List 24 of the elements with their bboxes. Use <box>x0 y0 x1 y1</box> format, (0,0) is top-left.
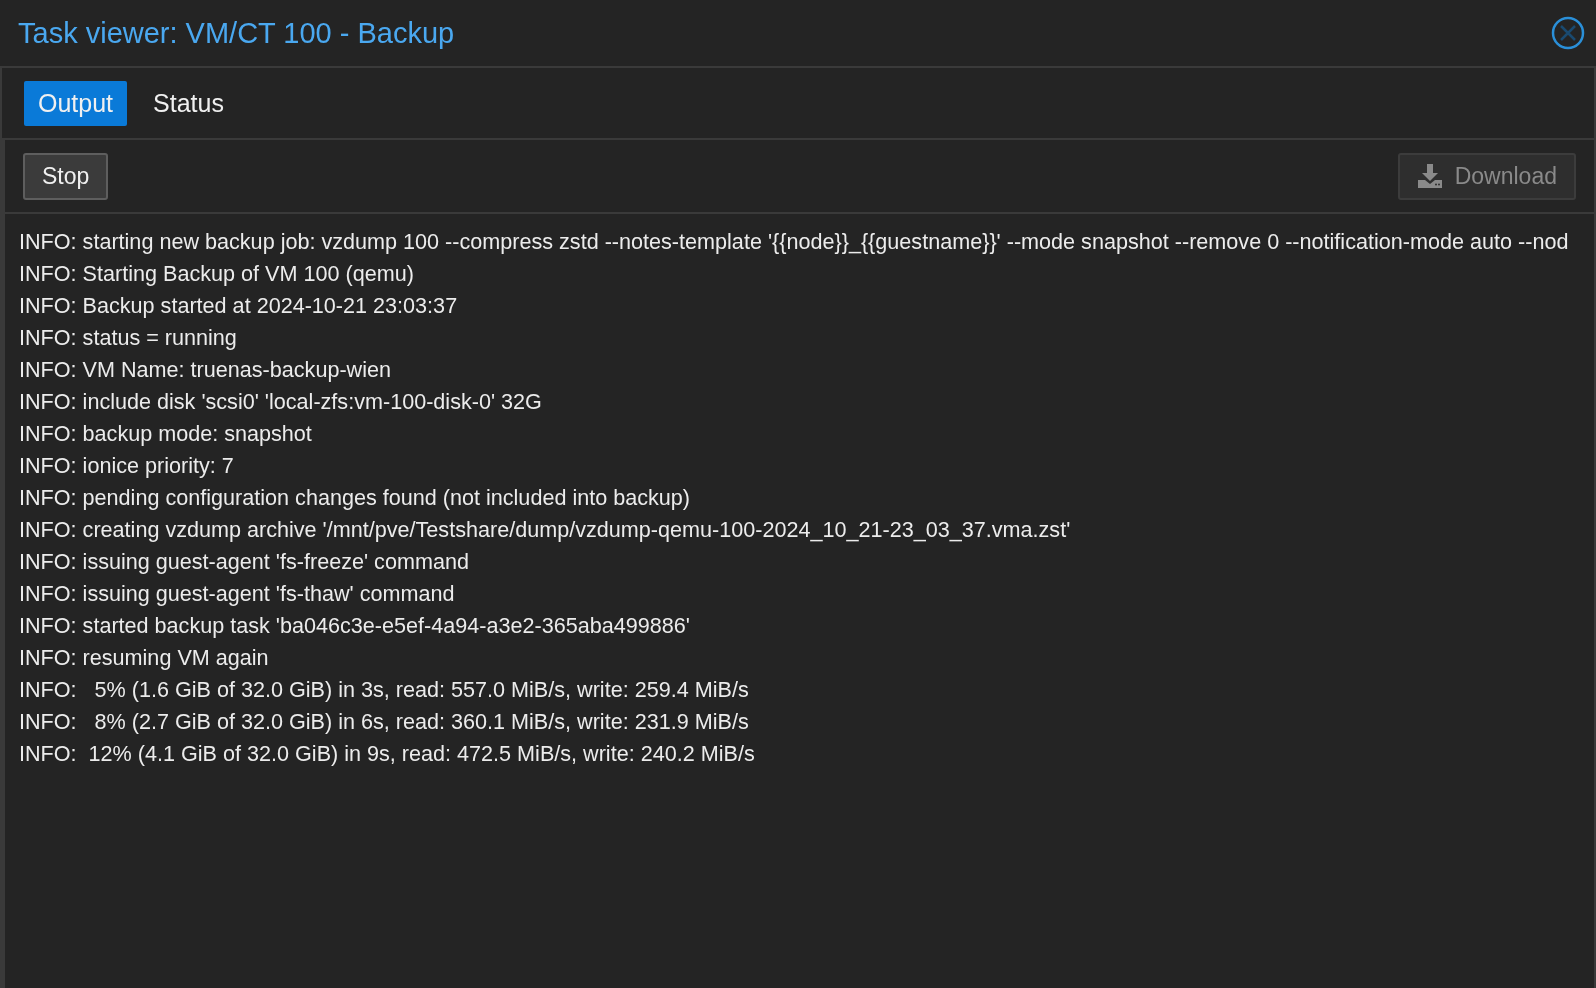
log-line: INFO: 8% (2.7 GiB of 32.0 GiB) in 6s, read: 360.1 MiB/s, write: 231.9 MiB/s <box>19 708 750 736</box>
log-line: INFO: Backup started at 2024-10-21 23:03:37 <box>19 292 459 320</box>
log-line: INFO: 12% (4.1 GiB of 32.0 GiB) in 9s, read: 472.5 MiB/s, write: 240.2 MiB/s <box>19 740 756 768</box>
download-icon <box>1416 163 1443 189</box>
tab[interactable]: Status <box>139 80 238 126</box>
log-line: INFO: ionice priority: 7 <box>19 452 235 480</box>
log-line: INFO: resuming VM again <box>19 644 270 672</box>
log-line: INFO: backup mode: snapshot <box>19 420 313 448</box>
log-line: INFO: Starting Backup of VM 100 (qemu) <box>19 260 415 288</box>
close-button[interactable] <box>1550 15 1586 51</box>
tab[interactable]: Output <box>24 80 128 126</box>
log-line: INFO: issuing guest-agent 'fs-thaw' command <box>19 580 456 608</box>
log-line: INFO: starting new backup job: vzdump 100 --compress zstd --notes-template '{{node}}_{{guestname}}' --mode snapshot --remove 0 --notification-mode auto --nod <box>19 228 1570 256</box>
log-line: INFO: VM Name: truenas-backup-wien <box>19 356 393 384</box>
log-line: INFO: started backup task 'ba046c3e-e5ef-4a94-a3e2-365aba499886' <box>19 612 691 640</box>
log-line: INFO: pending configuration changes found (not included into backup) <box>19 484 692 512</box>
window-title: Task viewer: VM/CT 100 - Backup <box>18 16 455 50</box>
stop-button[interactable]: Stop <box>23 152 109 200</box>
log-line: INFO: include disk 'scsi0' 'local-zfs:vm-100-disk-0' 32G <box>19 388 543 416</box>
log-line: INFO: 5% (1.6 GiB of 32.0 GiB) in 3s, read: 557.0 MiB/s, write: 259.4 MiB/s <box>19 676 750 704</box>
close-icon <box>1551 16 1585 50</box>
log-line: INFO: issuing guest-agent 'fs-freeze' command <box>19 548 470 576</box>
log-line: INFO: status = running <box>19 324 238 352</box>
log-line: INFO: creating vzdump archive '/mnt/pve/Testshare/dump/vzdump-qemu-100-2024_10_21-23_03_37.vma.zst' <box>19 516 1072 544</box>
